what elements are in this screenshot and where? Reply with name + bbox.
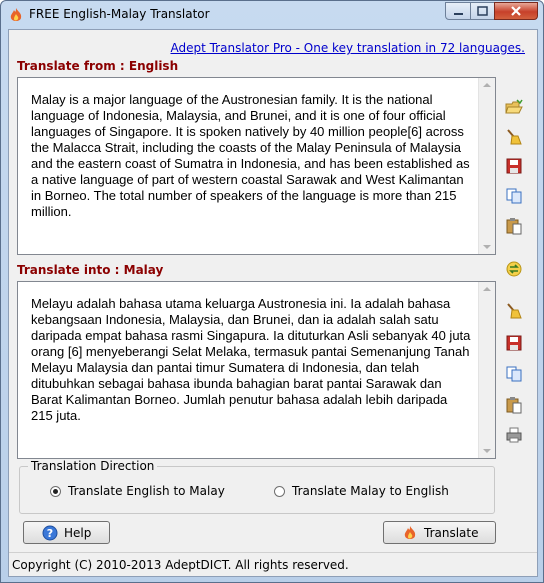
open-folder-icon[interactable] <box>505 98 523 116</box>
save-icon[interactable] <box>505 157 523 175</box>
translate-button-label: Translate <box>424 526 479 540</box>
radio-malay-to-english-label[interactable]: Translate Malay to English <box>292 484 449 498</box>
paste-icon[interactable] <box>505 396 523 414</box>
client-area: Adept Translator Pro - One key translati… <box>8 29 538 577</box>
scroll-up-arrow-icon[interactable] <box>483 83 491 87</box>
swap-direction-icon[interactable] <box>505 260 523 278</box>
radio-selected-dot <box>53 489 58 494</box>
target-text[interactable]: Melayu adalah bahasa utama keluarga Aust… <box>31 296 471 424</box>
clear-broom-icon[interactable] <box>505 302 523 320</box>
source-textbox[interactable]: Malay is a major language of the Austron… <box>17 77 496 255</box>
copy-icon[interactable] <box>505 187 523 205</box>
source-scrollbar[interactable] <box>478 78 495 254</box>
app-flame-icon <box>10 8 22 21</box>
scroll-up-arrow-icon[interactable] <box>483 287 491 291</box>
radio-english-to-malay[interactable] <box>50 486 61 497</box>
print-icon[interactable] <box>505 426 523 444</box>
translate-flame-icon <box>404 526 416 539</box>
close-icon <box>511 6 521 16</box>
window-title: FREE English-Malay Translator <box>29 7 210 21</box>
app-window: FREE English-Malay Translator Adept Tran… <box>0 0 544 583</box>
paste-icon[interactable] <box>505 217 523 235</box>
target-textbox[interactable]: Melayu adalah bahasa utama keluarga Aust… <box>17 281 496 459</box>
target-scrollbar[interactable] <box>478 282 495 458</box>
radio-malay-to-english[interactable] <box>274 486 285 497</box>
target-section-label: Translate into : Malay <box>17 263 164 277</box>
svg-text:?: ? <box>47 527 53 540</box>
status-bar: Copyright (C) 2010-2013 AdeptDICT. All r… <box>9 552 537 577</box>
translation-direction-label: Translation Direction <box>28 459 158 473</box>
promo-link[interactable]: Adept Translator Pro - One key translati… <box>170 41 525 55</box>
help-button[interactable]: ? Help <box>23 521 110 544</box>
help-icon: ? <box>42 525 58 541</box>
maximize-icon <box>477 6 488 16</box>
radio-english-to-malay-label[interactable]: Translate English to Malay <box>68 484 225 498</box>
save-icon[interactable] <box>505 334 523 352</box>
title-bar[interactable]: FREE English-Malay Translator <box>1 1 543 29</box>
minimize-icon <box>454 13 463 15</box>
close-button[interactable] <box>494 2 538 20</box>
translate-button[interactable]: Translate <box>383 521 496 544</box>
translation-direction-group: Translation Direction Translate English … <box>19 459 495 514</box>
copyright-text: Copyright (C) 2010-2013 AdeptDICT. All r… <box>12 558 349 572</box>
scroll-down-arrow-icon[interactable] <box>483 245 491 249</box>
clear-broom-icon[interactable] <box>505 128 523 146</box>
help-button-label: Help <box>64 526 92 540</box>
maximize-button[interactable] <box>470 2 495 20</box>
minimize-button[interactable] <box>445 2 471 20</box>
copy-icon[interactable] <box>505 365 523 383</box>
scroll-down-arrow-icon[interactable] <box>483 449 491 453</box>
source-section-label: Translate from : English <box>17 59 179 73</box>
source-text[interactable]: Malay is a major language of the Austron… <box>31 92 471 220</box>
